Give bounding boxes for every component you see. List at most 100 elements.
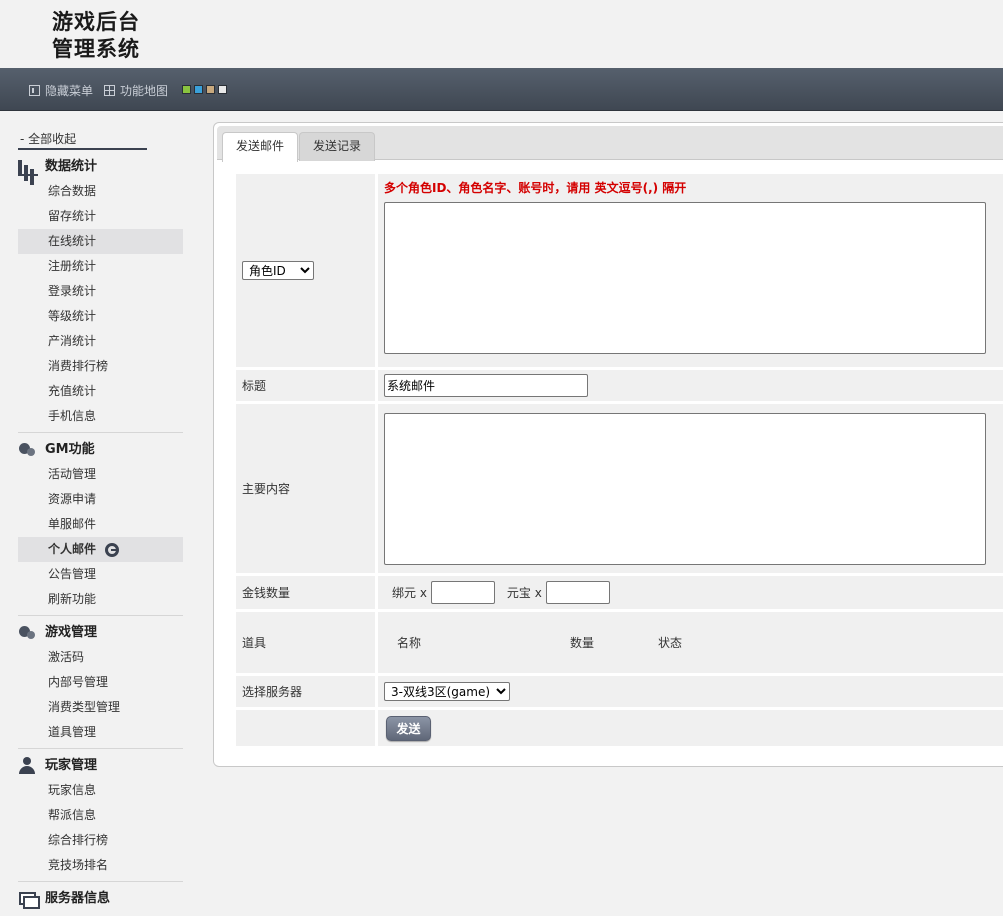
sidebar-item-activity[interactable]: 活动管理 xyxy=(18,462,183,487)
nav-group-label: 数据统计 xyxy=(45,159,98,174)
nav-group-label: 玩家管理 xyxy=(45,758,98,773)
sidebar-item-internal-accounts[interactable]: 内部号管理 xyxy=(18,670,183,695)
sidebar-item-overall-data[interactable]: 综合数据 xyxy=(18,179,183,204)
nav-group-label: 服务器信息 xyxy=(45,891,111,906)
function-map-button[interactable]: 功能地图 xyxy=(104,82,168,99)
send-button[interactable]: 发送 xyxy=(386,715,431,741)
nav-group-label: GM功能 xyxy=(45,442,95,457)
nav-group-players[interactable]: 玩家管理 xyxy=(18,753,183,778)
sidebar-item-overall-rank[interactable]: 综合排行榜 xyxy=(18,828,183,853)
server-label: 选择服务器 xyxy=(236,676,378,707)
server-select[interactable]: 3-双线3区(game) xyxy=(384,682,510,701)
theme-switcher xyxy=(182,85,227,94)
nav-group-game-mgmt[interactable]: 游戏管理 xyxy=(18,620,183,645)
sidebar-item-spending-types[interactable]: 消费类型管理 xyxy=(18,695,183,720)
server-row: 选择服务器 3-双线3区(game) xyxy=(236,676,1003,710)
sidebar-item-production[interactable]: 产消统计 xyxy=(18,329,183,354)
server-value-cell: 3-双线3区(game) xyxy=(378,676,1003,707)
sidebar-item-arena-rank[interactable]: 竞技场排名 xyxy=(18,853,183,878)
title-input[interactable] xyxy=(384,374,588,397)
function-map-label: 功能地图 xyxy=(120,84,169,98)
sidebar-item-refresh[interactable]: 刷新功能 xyxy=(18,587,183,612)
money-row: 金钱数量 绑元 x 元宝 x xyxy=(236,576,1003,612)
theme-swatch-blue[interactable] xyxy=(194,85,203,94)
sidebar-item-login[interactable]: 登录统计 xyxy=(18,279,183,304)
nav-group-gm[interactable]: GM功能 xyxy=(18,437,183,462)
sidebar-item-recharge[interactable]: 充值统计 xyxy=(18,379,183,404)
sidebar-item-items[interactable]: 道具管理 xyxy=(18,720,183,745)
tab-send-records[interactable]: 发送记录 xyxy=(299,132,376,161)
bound-yuan-label: 绑元 x xyxy=(392,586,427,600)
content-label: 主要内容 xyxy=(236,404,378,573)
theme-swatch-light[interactable] xyxy=(218,85,227,94)
content-textarea[interactable] xyxy=(384,412,986,565)
top-toolbar: 隐藏菜单 功能地图 xyxy=(0,68,1003,111)
money-value-cell: 绑元 x 元宝 x xyxy=(378,576,1003,609)
sidebar-item-register[interactable]: 注册统计 xyxy=(18,254,183,279)
game-circles-icon xyxy=(18,624,38,642)
bar-chart-icon xyxy=(18,158,38,176)
title-label: 标题 xyxy=(236,370,378,401)
items-col-qty: 数量 xyxy=(570,636,595,650)
title-value-cell xyxy=(378,370,1003,401)
sidebar-item-phone-info[interactable]: 手机信息 xyxy=(18,404,183,429)
send-row: 发送 xyxy=(236,710,1003,746)
nav-divider xyxy=(18,432,183,433)
gm-circles-icon xyxy=(18,441,38,459)
sidebar-item-announcement[interactable]: 公告管理 xyxy=(18,562,183,587)
recipient-type-cell: 角色ID xyxy=(236,174,378,367)
current-page-icon xyxy=(105,542,120,557)
theme-swatch-green[interactable] xyxy=(182,85,191,94)
yuanbao-label: 元宝 x xyxy=(506,586,542,600)
content-row: 主要内容 xyxy=(236,404,1003,576)
logo-line-1: 游戏后台 xyxy=(52,9,140,34)
items-row: 道具 名称 数量 状态 xyxy=(236,612,1003,676)
nav-group-label: 游戏管理 xyxy=(45,625,98,640)
collapse-all-link[interactable]: - 全部收起 xyxy=(18,128,147,150)
content-value-cell xyxy=(378,404,1003,573)
recipient-ids-textarea[interactable] xyxy=(384,202,986,354)
sidebar-item-spending-rank[interactable]: 消费排行榜 xyxy=(18,354,183,379)
nav-group-data-stats[interactable]: 数据统计 xyxy=(18,154,183,179)
theme-swatch-tan[interactable] xyxy=(206,85,215,94)
title-row: 标题 xyxy=(236,370,1003,404)
sidebar-item-label: 个人邮件 xyxy=(48,542,97,556)
sidebar-item-online[interactable]: 在线统计 xyxy=(18,229,183,254)
send-cell: 发送 xyxy=(378,710,1003,746)
recipient-hint: 多个角色ID、角色名字、账号时，请用 英文逗号(,) 隔开 xyxy=(384,181,687,195)
hide-menu-button[interactable]: 隐藏菜单 xyxy=(29,82,93,99)
sidebar-nav: - 全部收起 数据统计 综合数据 留存统计 在线统计 注册统计 登录统计 等级统… xyxy=(18,128,183,911)
items-label: 道具 xyxy=(236,612,378,673)
bound-yuan-input[interactable] xyxy=(430,581,495,604)
nav-divider xyxy=(18,881,183,882)
money-label: 金钱数量 xyxy=(236,576,378,609)
hide-menu-label: 隐藏菜单 xyxy=(45,84,94,98)
grid-icon xyxy=(104,85,115,96)
items-col-name: 名称 xyxy=(397,636,422,650)
recipient-row: 角色ID 多个角色ID、角色名字、账号时，请用 英文逗号(,) 隔开 xyxy=(236,174,1003,370)
yuanbao-input[interactable] xyxy=(545,581,610,604)
tab-send-mail[interactable]: 发送邮件 xyxy=(222,132,299,162)
app-logo: 游戏后台 管理系统 xyxy=(52,8,140,62)
items-col-status: 状态 xyxy=(658,636,683,650)
sidebar-item-level[interactable]: 等级统计 xyxy=(18,304,183,329)
menu-icon xyxy=(29,85,40,96)
sidebar-item-player-info[interactable]: 玩家信息 xyxy=(18,778,183,803)
nav-divider xyxy=(18,615,183,616)
nav-divider xyxy=(18,748,183,749)
recipient-type-select[interactable]: 角色ID xyxy=(242,261,314,280)
sidebar-item-guild-info[interactable]: 帮派信息 xyxy=(18,803,183,828)
server-icon xyxy=(18,890,40,909)
sidebar-item-resource-request[interactable]: 资源申请 xyxy=(18,487,183,512)
nav-group-server-info[interactable]: 服务器信息 xyxy=(18,886,183,911)
mail-form: 角色ID 多个角色ID、角色名字、账号时，请用 英文逗号(,) 隔开 标题 主要… xyxy=(236,174,1003,746)
items-header: 名称 数量 状态 xyxy=(378,612,1003,673)
sidebar-item-activation-code[interactable]: 激活码 xyxy=(18,645,183,670)
user-icon xyxy=(18,756,38,775)
sidebar-item-retention[interactable]: 留存统计 xyxy=(18,204,183,229)
recipient-value-cell: 多个角色ID、角色名字、账号时，请用 英文逗号(,) 隔开 xyxy=(378,174,1003,367)
tab-strip: 发送邮件 发送记录 xyxy=(217,126,1003,162)
sidebar-item-server-mail[interactable]: 单服邮件 xyxy=(18,512,183,537)
logo-line-2: 管理系统 xyxy=(52,36,140,61)
sidebar-item-personal-mail[interactable]: 个人邮件 xyxy=(18,537,183,562)
